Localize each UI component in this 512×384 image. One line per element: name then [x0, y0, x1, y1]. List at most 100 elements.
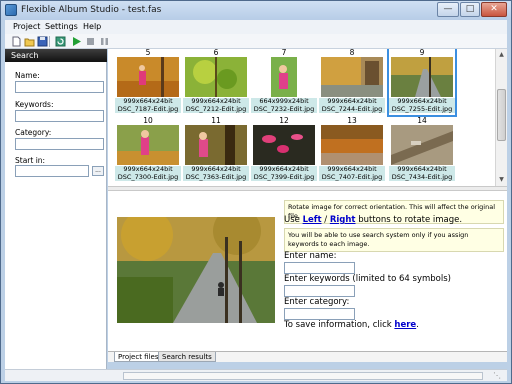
thumbnail-filename: DSC_7187-Edit.jpg [115, 105, 181, 113]
menu-settings[interactable]: Settings [45, 22, 78, 31]
thumbnail-number: 14 [417, 116, 427, 125]
thumbnail-number: 7 [281, 49, 287, 57]
thumbnail-item[interactable]: 8 999x664x24bit DSC_7244-Edit.jpg [319, 49, 385, 115]
search-startin-input[interactable] [15, 165, 89, 177]
thumbnail-image [185, 125, 247, 165]
thumbnail-filename: DSC_7244-Edit.jpg [319, 105, 385, 113]
thumbnail-filename: DSC_7399-Edit.jpg [251, 173, 317, 181]
rotate-suffix-text: buttons to rotate image. [358, 215, 463, 225]
play-icon[interactable] [71, 36, 82, 47]
save-icon[interactable] [37, 36, 48, 47]
app-window: Flexible Album Studio - test.fas — □ ✕ P… [0, 0, 512, 384]
thumbnail-number: 8 [349, 49, 355, 57]
thumbnail-number: 12 [279, 116, 289, 125]
enter-category-label: Enter category: [284, 297, 350, 307]
thumbnail-filename: DSC_7434-Edit.jpg [389, 173, 455, 181]
thumbnail-number: 9 [419, 49, 425, 57]
minimize-button[interactable]: — [437, 2, 459, 17]
menu-project[interactable]: Project [13, 22, 40, 31]
thumbnail-scrollbar[interactable]: ▲ ▼ [495, 49, 507, 186]
save-suffix-text: . [416, 320, 419, 330]
save-instruction: To save information, click here. [284, 320, 419, 330]
thumbnail-item[interactable]: 7 664x999x24bit DSC_7232-Edit.jpg [251, 49, 317, 115]
scroll-thumb[interactable] [497, 89, 506, 141]
scroll-up-icon[interactable]: ▲ [496, 49, 507, 60]
progress-bar [123, 372, 483, 380]
image-details-panel: Rotate image for correct orientation. Th… [108, 191, 507, 351]
thumbnail-info: 999x664x24bit [115, 98, 181, 105]
thumbnail-item[interactable]: 9 999x664x24bit DSC_7255-Edit.jpg [387, 49, 457, 117]
thumbnail-filename: DSC_7232-Edit.jpg [251, 105, 317, 113]
app-icon [5, 4, 17, 16]
bottom-tabs: Project files Search results [108, 351, 507, 362]
tab-project-files[interactable]: Project files [114, 352, 163, 362]
thumbnail-image [253, 57, 315, 97]
thumbnail-item[interactable]: 13 999x664x24bit DSC_7407-Edit.jpg [319, 116, 385, 183]
status-bar: ⋱ [5, 369, 507, 381]
save-here-link[interactable]: here [394, 320, 416, 330]
tab-search-results[interactable]: Search results [158, 352, 216, 362]
search-keywords-input[interactable] [15, 110, 104, 122]
thumbnail-info: 664x999x24bit [251, 98, 317, 105]
search-category-label: Category: [15, 128, 52, 137]
thumbnail-item[interactable]: 14 999x664x24bit DSC_7434-Edit.jpg [389, 116, 455, 183]
search-header: Search [5, 49, 107, 62]
thumbnail-item[interactable]: 5 999x664x24bit DSC_7187-Edit.jpg [115, 49, 181, 115]
thumbnail-info: 999x664x24bit [389, 98, 455, 105]
enter-name-label: Enter name: [284, 251, 337, 261]
image-preview [117, 217, 275, 323]
thumbnail-number: 5 [145, 49, 151, 57]
refresh-icon[interactable] [55, 36, 66, 47]
rotate-right-link[interactable]: Right [330, 215, 356, 225]
thumbnail-info: 999x664x24bit [183, 166, 249, 173]
open-icon[interactable] [24, 36, 35, 47]
use-text: Use [284, 215, 300, 225]
thumbnail-number: 6 [213, 49, 219, 57]
stop-icon[interactable] [85, 36, 96, 47]
thumbnail-info: 999x664x24bit [115, 166, 181, 173]
search-name-input[interactable] [15, 81, 104, 93]
search-keywords-label: Keywords: [15, 100, 54, 109]
thumbnail-info: 999x664x24bit [251, 166, 317, 173]
scroll-down-icon[interactable]: ▼ [496, 174, 507, 185]
thumbnail-item[interactable]: 11 999x664x24bit DSC_7363-Edit.jpg [183, 116, 249, 183]
image-keywords-input[interactable] [284, 285, 355, 297]
thumbnail-filename: DSC_7212-Edit.jpg [183, 105, 249, 113]
thumbnail-image [321, 125, 383, 165]
enter-keywords-label: Enter keywords (limited to 64 symbols) [284, 274, 451, 284]
close-button[interactable]: ✕ [481, 2, 507, 17]
thumbnail-number: 13 [347, 116, 357, 125]
thumbnail-filename: DSC_7300-Edit.jpg [115, 173, 181, 181]
thumbnail-info: 999x664x24bit [319, 166, 385, 173]
thumbnail-item[interactable]: 12 999x664x24bit DSC_7399-Edit.jpg [251, 116, 317, 183]
new-icon[interactable] [11, 36, 22, 47]
menu-help[interactable]: Help [83, 22, 101, 31]
thumbnail-image [253, 125, 315, 165]
keywords-note: You will be able to use search system on… [284, 228, 504, 252]
search-name-label: Name: [15, 71, 40, 80]
thumbnail-filename: DSC_7407-Edit.jpg [319, 173, 385, 181]
browse-folder-button[interactable]: ... [92, 166, 104, 176]
menu-bar: Project Settings Help [5, 20, 507, 34]
title-bar[interactable]: Flexible Album Studio - test.fas — □ ✕ [1, 1, 511, 20]
thumbnail-image [185, 57, 247, 97]
search-startin-label: Start in: [15, 156, 46, 165]
thumbnail-image [117, 125, 179, 165]
thumbnail-info: 999x664x24bit [183, 98, 249, 105]
thumbnail-filename: DSC_7255-Edit.jpg [389, 105, 455, 113]
thumbnail-item[interactable]: 6 999x664x24bit DSC_7212-Edit.jpg [183, 49, 249, 115]
resize-grip-icon[interactable]: ⋱ [493, 371, 501, 380]
thumbnail-item[interactable]: 10 999x664x24bit DSC_7300-Edit.jpg [115, 116, 181, 183]
thumbnail-number: 11 [211, 116, 221, 125]
maximize-button[interactable]: □ [460, 2, 480, 17]
search-panel: Search Name: Keywords: Category: Start i… [5, 49, 107, 371]
image-category-input[interactable] [284, 308, 355, 320]
rotate-instruction: Use Left / Right buttons to rotate image… [284, 215, 462, 225]
thumbnail-filename: DSC_7363-Edit.jpg [183, 173, 249, 181]
window-title: Flexible Album Studio - test.fas [21, 5, 162, 15]
pause-icon[interactable] [99, 36, 110, 47]
thumbnail-number: 10 [143, 116, 153, 125]
rotate-left-link[interactable]: Left [303, 215, 322, 225]
search-category-input[interactable] [15, 138, 104, 150]
image-name-input[interactable] [284, 262, 355, 274]
